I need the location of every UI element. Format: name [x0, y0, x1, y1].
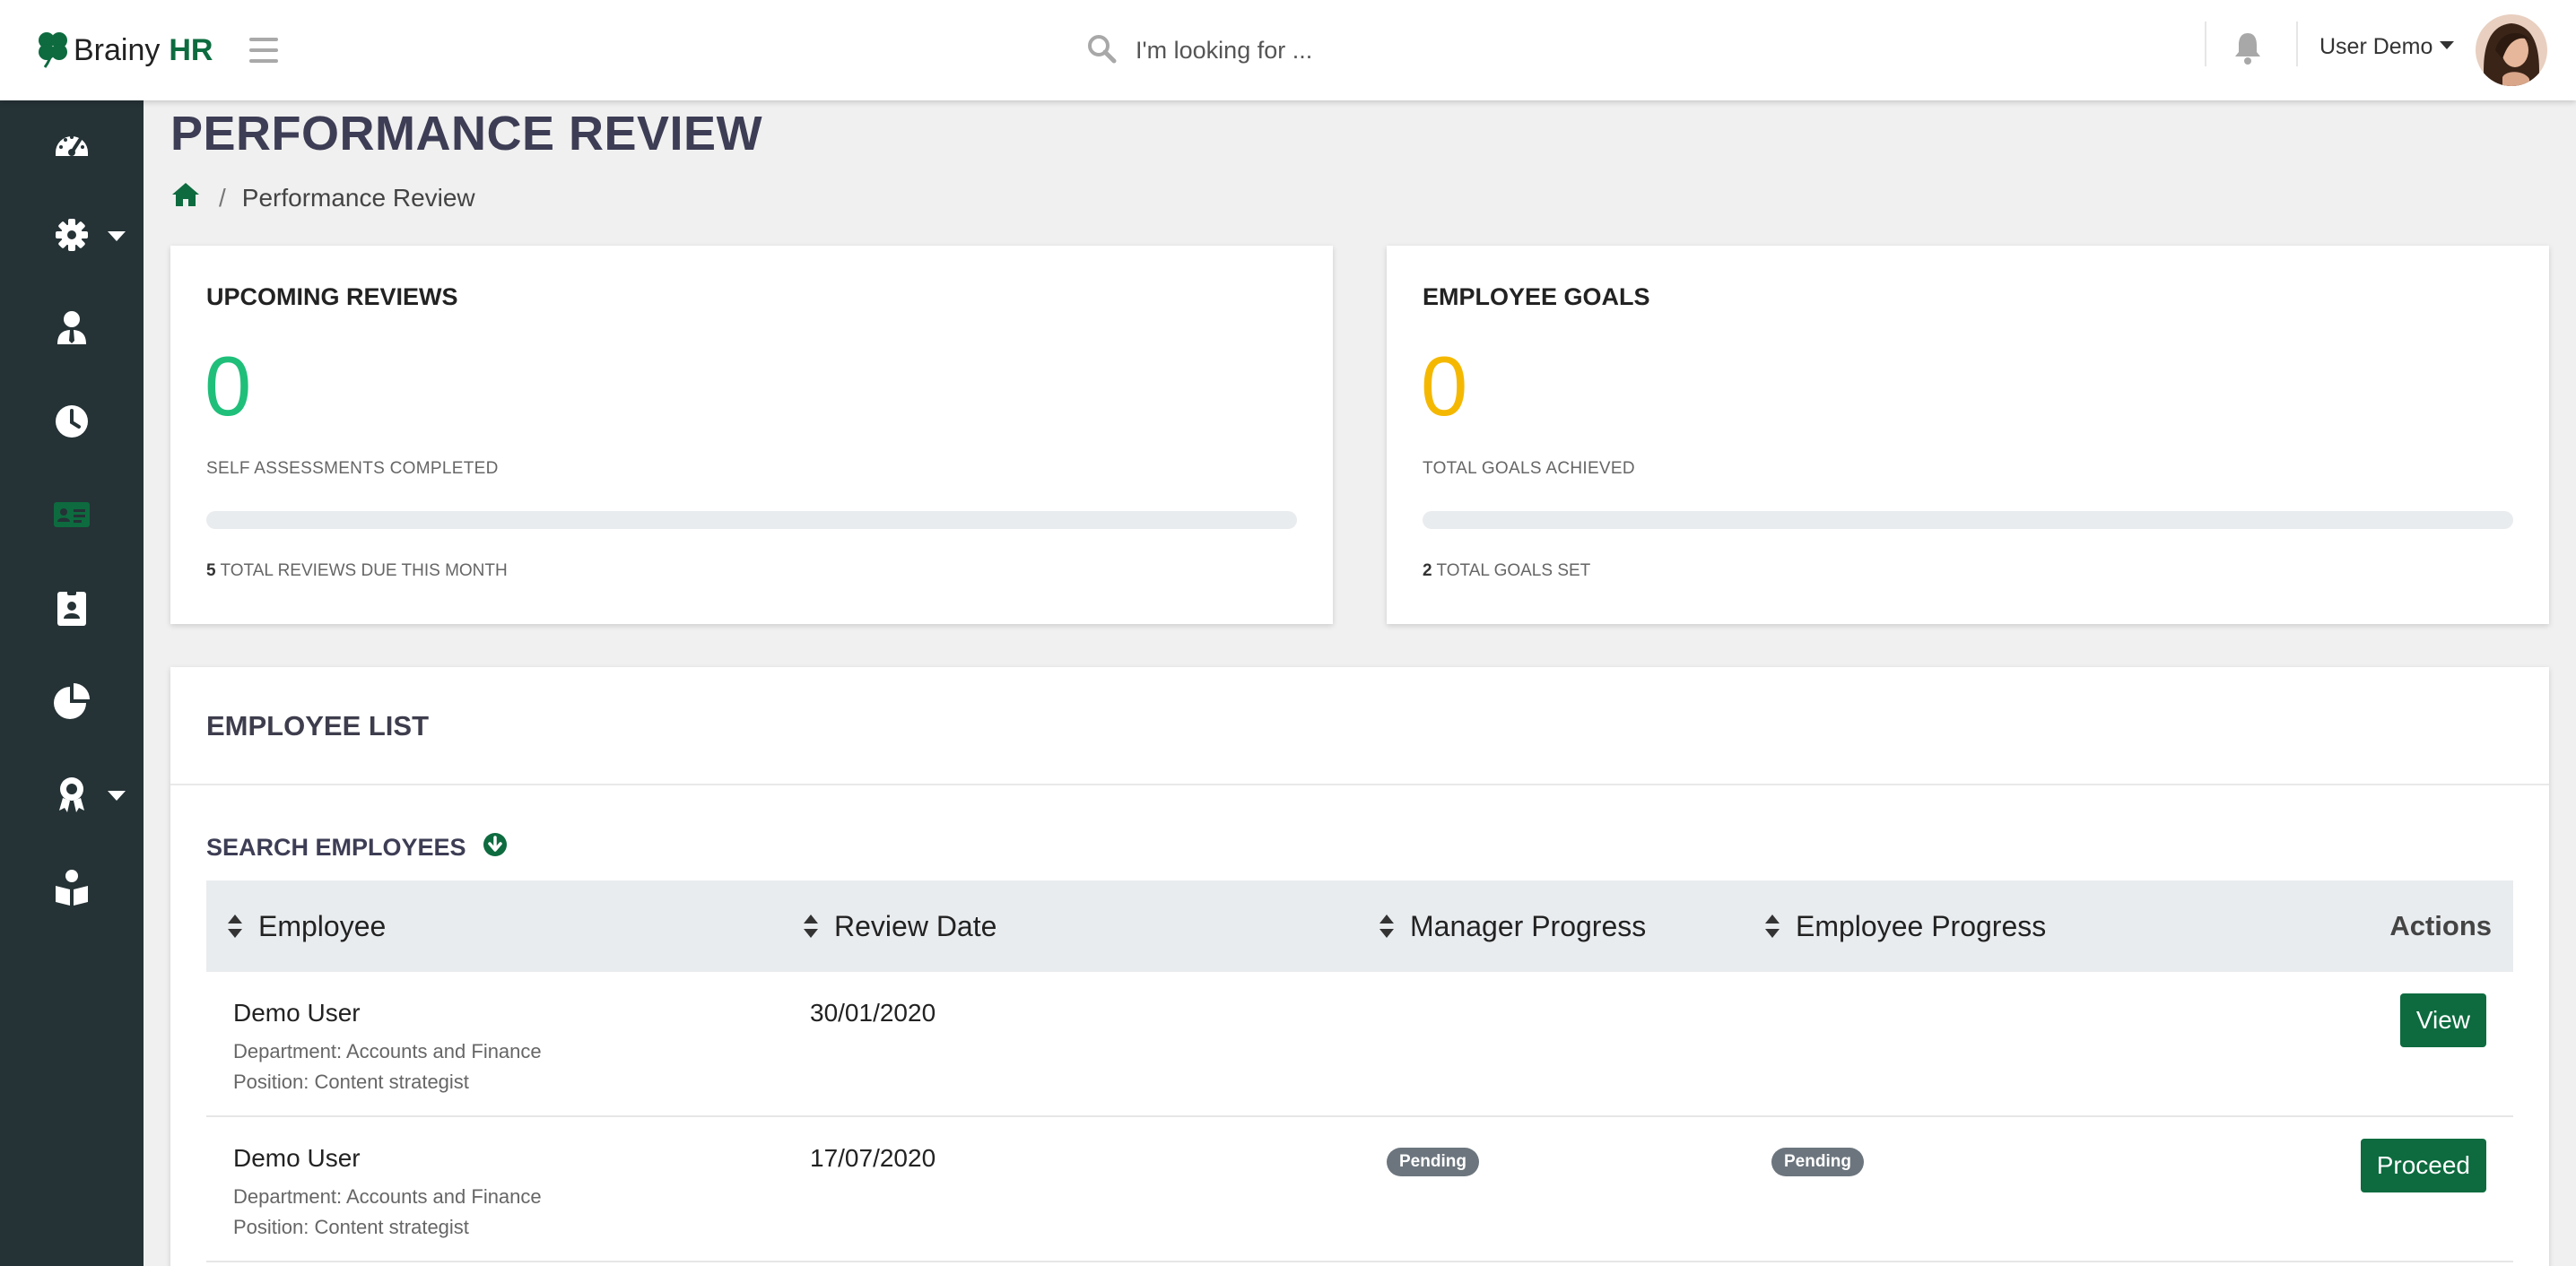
goals-progress-bar [1423, 511, 2513, 529]
employee-department: Department: Accounts and Finance [233, 1040, 542, 1062]
table-row: Demo User Department: Accounts and Finan… [206, 1117, 2513, 1262]
sort-review-date-column[interactable]: Review Date [804, 880, 996, 972]
employee-position: Position: Content strategist [233, 1071, 469, 1093]
menu-toggle-button[interactable] [249, 38, 278, 63]
table-row: Demo User Department: Accounts and Finan… [206, 972, 2513, 1117]
award-icon [59, 777, 84, 812]
card-footer: 2 TOTAL GOALS SET [1423, 561, 1590, 581]
employee-name: Demo User [233, 999, 361, 1027]
column-label: Manager Progress [1410, 909, 1647, 942]
actions-column-header: Actions [2389, 910, 2492, 941]
reviews-due-label: TOTAL REVIEWS DUE THIS MONTH [220, 561, 508, 580]
breadcrumb-current: Performance Review [241, 183, 475, 212]
sidebar-item-badges[interactable] [0, 572, 144, 644]
home-icon[interactable] [170, 181, 201, 214]
divider [2296, 22, 2298, 66]
divider [2205, 22, 2206, 66]
goals-set-count: 2 [1423, 561, 1432, 580]
caret-down-icon [108, 231, 126, 241]
sort-employee-progress-column[interactable]: Employee Progress [1765, 880, 2046, 972]
global-search [1085, 27, 1588, 74]
sidebar-item-employees[interactable] [0, 292, 144, 364]
gear-icon [56, 219, 88, 251]
section-title: EMPLOYEE LIST [206, 710, 430, 741]
divider [170, 784, 2549, 785]
avatar[interactable] [2476, 14, 2547, 86]
clover-icon [34, 28, 72, 74]
manager-progress-badge: Pending [1387, 1148, 1479, 1176]
sidebar-item-awards[interactable] [0, 759, 144, 830]
goals-achieved-count: 0 [1421, 339, 1468, 433]
sort-icon [1379, 915, 1394, 938]
employee-name: Demo User [233, 1144, 361, 1172]
employee-department: Department: Accounts and Finance [233, 1185, 542, 1208]
sort-icon [228, 915, 242, 938]
sort-icon [804, 915, 818, 938]
upcoming-reviews-card: UPCOMING REVIEWS 0 SELF ASSESSMENTS COMP… [170, 246, 1333, 624]
review-date: 17/07/2020 [810, 1144, 936, 1172]
breadcrumb: / Performance Review [170, 181, 475, 214]
column-label: Employee [258, 909, 387, 942]
reviews-count: 0 [205, 339, 252, 433]
column-label: Review Date [834, 909, 997, 942]
reviews-due-count: 5 [206, 561, 216, 580]
table-header: Employee Review Date Manager Progress Em… [206, 880, 2513, 972]
search-icon[interactable] [1085, 32, 1118, 69]
column-label: Employee Progress [1796, 909, 2047, 942]
employee-table: Employee Review Date Manager Progress Em… [206, 880, 2513, 1262]
id-badge-icon [57, 590, 86, 626]
employee-goals-card: EMPLOYEE GOALS 0 TOTAL GOALS ACHIEVED 2 … [1387, 246, 2549, 624]
review-date: 30/01/2020 [810, 999, 936, 1027]
sort-manager-progress-column[interactable]: Manager Progress [1379, 880, 1646, 972]
user-menu-dropdown[interactable]: User Demo [2319, 34, 2455, 60]
tachometer-icon [56, 135, 88, 156]
employee-position: Position: Content strategist [233, 1216, 469, 1238]
view-button[interactable]: View [2399, 993, 2486, 1047]
search-employees-toggle[interactable]: SEARCH EMPLOYEES [206, 832, 508, 863]
breadcrumb-separator: / [219, 183, 226, 212]
sidebar-item-settings[interactable] [0, 199, 144, 271]
notifications-bell-icon[interactable] [2232, 30, 2264, 66]
sidebar-item-dashboard[interactable] [0, 108, 144, 179]
card-title: UPCOMING REVIEWS [206, 283, 458, 310]
sidebar [0, 100, 144, 1266]
arrow-circle-down-icon [466, 832, 508, 863]
user-tie-icon [57, 311, 86, 344]
brand-logo[interactable]: Brainy HR [34, 27, 213, 74]
search-employees-label: SEARCH EMPLOYEES [206, 834, 466, 861]
card-footer: 5 TOTAL REVIEWS DUE THIS MONTH [206, 561, 508, 581]
goals-set-label: TOTAL GOALS SET [1436, 561, 1591, 580]
user-name: User Demo [2319, 34, 2433, 59]
brand-name-part1: Brainy [74, 32, 161, 67]
sort-icon [1765, 915, 1780, 938]
book-reader-icon [56, 870, 88, 906]
proceed-button[interactable]: Proceed [2360, 1139, 2486, 1192]
reviews-progress-bar [206, 511, 1297, 529]
sort-employee-column[interactable]: Employee [228, 880, 386, 972]
brand-name-part2: HR [169, 32, 213, 67]
card-subtitle: TOTAL GOALS ACHIEVED [1423, 459, 1635, 478]
caret-down-icon [108, 791, 126, 801]
employee-progress-badge: Pending [1771, 1148, 1864, 1176]
top-navbar: Brainy HR User Demo [0, 0, 2576, 100]
sidebar-item-training[interactable] [0, 852, 144, 923]
employee-list-card: EMPLOYEE LIST SEARCH EMPLOYEES Employee … [170, 667, 2549, 1266]
caret-down-icon [2440, 41, 2455, 49]
page-title: PERFORMANCE REVIEW [170, 107, 763, 160]
id-card-icon [54, 502, 90, 527]
sidebar-item-reports[interactable] [0, 665, 144, 737]
chart-pie-icon [54, 683, 90, 719]
search-input[interactable] [1136, 36, 1566, 65]
card-title: EMPLOYEE GOALS [1423, 283, 1650, 310]
card-subtitle: SELF ASSESSMENTS COMPLETED [206, 459, 499, 478]
sidebar-item-attendance[interactable] [0, 386, 144, 457]
clock-icon [56, 405, 88, 438]
sidebar-item-performance[interactable] [0, 479, 144, 551]
